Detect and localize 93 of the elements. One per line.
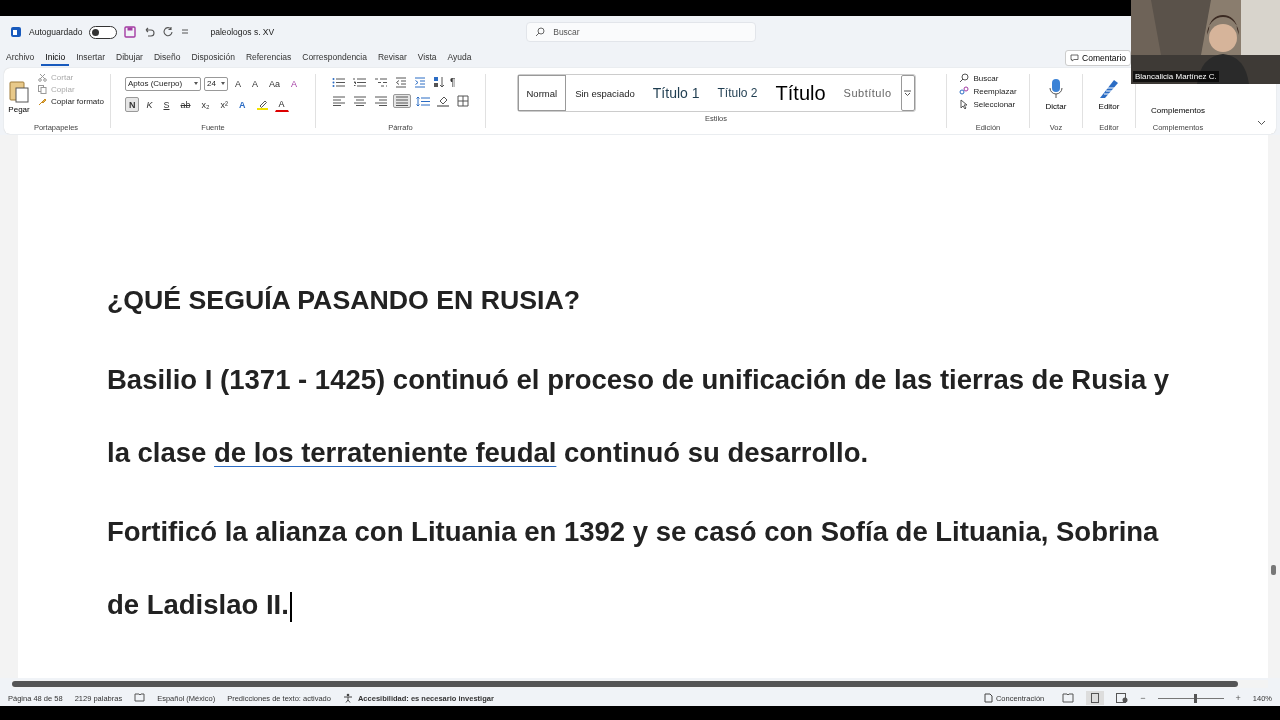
zoom-out-button[interactable]: − [1140,693,1146,703]
menu-tab[interactable]: Insertar [72,50,109,66]
collapse-ribbon-icon[interactable] [1257,120,1266,126]
proofing-icon[interactable] [134,693,146,703]
highlighter-icon [256,99,268,110]
search-icon [959,73,970,83]
borders-icon[interactable] [457,95,469,107]
search-field[interactable]: Buscar [526,22,757,42]
comment-icon [1070,54,1080,62]
redo-icon[interactable] [162,26,175,38]
horizontal-scrollbar[interactable] [12,680,1268,688]
vertical-scrollbar[interactable] [1268,135,1280,678]
decrease-indent-icon[interactable] [395,76,407,88]
underline-button[interactable]: S [159,97,174,112]
sort-icon[interactable] [433,76,445,88]
word-logo-icon [10,26,22,38]
paragraph-line: la clase de los terrateniente feudal continuó su desarrollo. [107,436,870,470]
undo-icon[interactable] [143,26,156,38]
read-mode-icon[interactable] [1062,693,1075,703]
line-spacing-icon[interactable] [416,95,430,107]
autosave-toggle[interactable] [89,25,118,39]
clear-format-button[interactable]: A [287,76,302,91]
menu-tab[interactable]: Vista [413,50,441,66]
document-heading: ¿QUÉ SEGUÍA PASANDO EN RUSIA? [107,285,581,317]
menu-tab[interactable]: Archivo [2,50,39,66]
document-icon [982,693,993,703]
paste-button[interactable]: Pegar [6,72,33,121]
save-icon[interactable] [124,26,137,38]
shading-icon[interactable] [437,95,450,107]
align-button[interactable] [330,94,348,108]
editor-button[interactable]: Editor [1096,68,1122,121]
zoom-in-button[interactable]: + [1235,693,1241,703]
document-title[interactable]: paleologos s. XV [210,27,275,37]
cursor-icon [959,99,970,109]
font-size-field[interactable]: 24 [203,76,228,91]
menu-tab[interactable]: Revisar [374,50,411,66]
text-effects-button[interactable]: A [235,97,250,112]
align-button[interactable] [351,94,369,108]
accessibility-icon [342,693,354,703]
font-name-field[interactable]: Aptos (Cuerpo) [124,76,201,91]
style-option[interactable]: Normal [517,75,567,111]
format-button[interactable]: Copiar formato [36,96,106,107]
style-option[interactable]: Título 2 [708,75,767,111]
paragraph-line: Basilio I (1371 - 1425) continuó el proceso de unificación de las tierras de Rusia y [107,363,1171,397]
dictate-button[interactable]: Dictar [1043,68,1069,121]
replace-icon [959,86,970,96]
web-layout-icon[interactable] [1116,693,1129,703]
style-option[interactable]: Subtítulo [834,75,901,111]
sub-button[interactable]: x₂ [197,97,214,112]
style-option[interactable]: Título 1 [643,75,709,111]
add-ins-button[interactable]: Complementos [1149,106,1207,121]
bullets-icon[interactable] [332,76,346,88]
font-color-button[interactable]: A [274,97,289,112]
bold-button[interactable]: N [124,97,140,112]
menu-tab[interactable]: Disposición [187,50,239,66]
menu-tab[interactable]: Inicio [41,50,70,66]
comments-button[interactable]: Comentario [1065,50,1131,66]
menu-tab[interactable]: Dibujar [112,50,147,66]
style-option[interactable]: Sin espaciado [566,75,644,111]
numbering-icon[interactable] [353,76,367,88]
italic-button[interactable]: K [142,97,157,112]
copy-icon [38,85,48,94]
sup-button[interactable]: x² [216,97,232,112]
styles-more-button[interactable] [900,75,915,111]
paragraph-line: de Ladislao II. [107,568,1268,641]
menu-tab[interactable]: Ayuda [443,50,476,66]
multilevel-list-icon[interactable] [374,76,388,88]
paragraph-line: Fortificó la alianza con Lituania en 1392 y se casó con Sofía de Lituania, Sobrina [107,515,1160,549]
scissors-icon [38,73,48,82]
pen-icon [1098,78,1120,100]
show-marks-button[interactable]: ¶ [450,76,456,88]
microphone-icon [1049,78,1063,100]
brush-icon [38,97,48,106]
replace-button[interactable]: Reemplazar [957,85,1019,97]
grow-font-button[interactable]: A [230,76,245,91]
clipboard-icon [8,79,31,103]
select-button[interactable]: Seleccionar [957,98,1019,110]
align-button[interactable] [372,94,390,108]
shrink-font-button[interactable]: A [248,76,262,91]
menu-tab[interactable]: Referencias [241,50,296,66]
menu-tab[interactable]: Diseño [149,50,185,66]
autosave-label: Autoguardado [29,27,83,37]
align-button[interactable] [393,94,411,108]
style-option[interactable]: Título [766,75,835,111]
case-font-button[interactable]: Aa [265,76,284,91]
caret-icon [904,90,911,96]
menu-tab[interactable]: Correspondencia [298,50,371,66]
participant-name: Blancalicia Martínez C. [1133,71,1219,82]
page-icon [1091,693,1100,703]
strike-button[interactable]: ab [176,97,195,112]
find-button[interactable]: Buscar [957,72,1019,84]
print-layout-button[interactable] [1086,691,1105,705]
search-icon [535,27,546,37]
